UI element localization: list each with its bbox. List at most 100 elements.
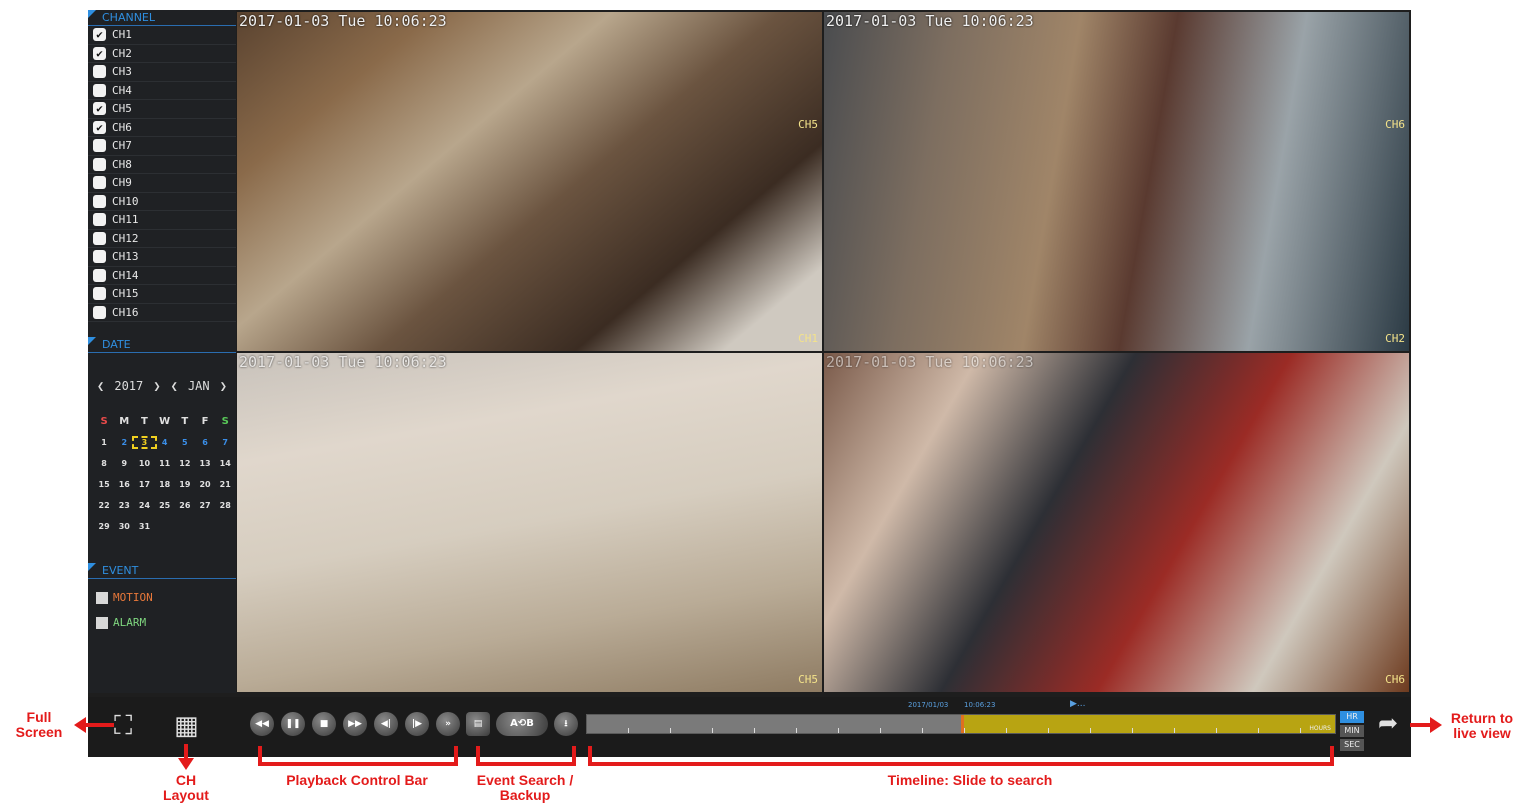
rewind-button[interactable]: ◀◀ (250, 712, 274, 736)
next-month-button[interactable]: ❯ (220, 379, 227, 393)
event-filter-item[interactable]: MOTION (88, 591, 236, 604)
calendar-day[interactable]: 7 (215, 438, 235, 447)
calendar-day[interactable]: 16 (114, 480, 134, 489)
timeline-unit-label: HOURS (1309, 725, 1331, 732)
prev-year-button[interactable]: ❮ (97, 379, 104, 393)
channel-item[interactable]: CH13 (88, 248, 236, 267)
channel-checkbox[interactable] (93, 268, 106, 282)
calendar-day[interactable]: 9 (114, 459, 134, 468)
event-section: EVENT MOTION ALARM (88, 563, 236, 629)
camera-view-ch2[interactable]: 2017-01-03 Tue 10:06:23 CH6 CH2 (824, 12, 1409, 351)
zoom-sec-button[interactable]: SEC (1340, 739, 1364, 751)
calendar-day[interactable]: 17 (134, 480, 154, 489)
calendar-day[interactable]: 24 (134, 501, 154, 510)
channel-item[interactable]: CH11 (88, 211, 236, 230)
fullscreen-icon[interactable]: ⛶ (114, 711, 132, 742)
calendar-day[interactable]: 12 (175, 459, 195, 468)
calendar-day[interactable]: 21 (215, 480, 235, 489)
calendar-day[interactable]: 8 (94, 459, 114, 468)
annotation-playback-control-bar: Playback Control Bar (286, 772, 428, 788)
channel-checkbox[interactable] (93, 83, 106, 97)
channel-item[interactable]: ✔ CH1 (88, 26, 236, 45)
channel-item[interactable]: CH9 (88, 174, 236, 193)
channel-item[interactable]: ✔ CH6 (88, 119, 236, 137)
channel-checkbox[interactable] (93, 65, 106, 79)
calendar-day[interactable]: 10 (134, 459, 154, 468)
channel-item[interactable]: CH3 (88, 63, 236, 82)
channel-checkbox[interactable] (93, 250, 106, 264)
channel-item[interactable]: CH12 (88, 230, 236, 248)
channel-checkbox[interactable]: ✔ (93, 28, 106, 42)
channel-checkbox[interactable] (93, 305, 106, 319)
channel-checkbox[interactable] (93, 231, 106, 245)
calendar-day[interactable]: 18 (155, 480, 175, 489)
channel-item[interactable]: CH15 (88, 285, 236, 304)
channel-checkbox[interactable]: ✔ (93, 102, 106, 116)
stop-button[interactable]: ■ (312, 712, 336, 736)
ab-repeat-button[interactable]: A⟲B (496, 712, 548, 736)
annotation-bracket-event-left (476, 746, 480, 764)
channel-item[interactable]: ✔ CH2 (88, 45, 236, 63)
calendar-day[interactable]: 6 (195, 438, 215, 447)
event-search-button[interactable]: ▤ (466, 712, 490, 736)
channel-item[interactable]: CH10 (88, 193, 236, 211)
calendar-day[interactable]: 30 (114, 522, 134, 531)
calendar-day[interactable]: 1 (94, 438, 114, 447)
calendar-day[interactable]: 28 (215, 501, 235, 510)
annotation-bracket-event (476, 762, 576, 766)
calendar-day[interactable]: 11 (155, 459, 175, 468)
calendar-day[interactable]: 19 (175, 480, 195, 489)
calendar-day[interactable]: 25 (155, 501, 175, 510)
calendar-day[interactable]: 14 (215, 459, 235, 468)
backup-button[interactable]: ⭳ (554, 712, 578, 736)
channel-item[interactable]: CH14 (88, 267, 236, 285)
channel-item[interactable]: CH16 (88, 304, 236, 322)
pause-button[interactable]: ❚❚ (281, 712, 305, 736)
prev-month-button[interactable]: ❮ (171, 379, 178, 393)
calendar-day[interactable]: 5 (175, 438, 195, 447)
fast-forward-button[interactable]: ▶▶ (343, 712, 367, 736)
channel-checkbox[interactable]: ✔ (93, 46, 106, 60)
channel-item[interactable]: CH7 (88, 137, 236, 156)
calendar-day[interactable]: 13 (195, 459, 215, 468)
camera-view-ch1[interactable]: 2017-01-03 Tue 10:06:23 CH5 CH1 (237, 12, 822, 351)
return-live-icon[interactable]: ➦ (1378, 709, 1398, 737)
channel-checkbox[interactable]: ✔ (93, 120, 106, 134)
arrowhead-left-icon (74, 717, 86, 733)
calendar-day[interactable]: 26 (175, 501, 195, 510)
channel-item[interactable]: CH8 (88, 156, 236, 174)
calendar-day[interactable]: 4 (155, 438, 175, 447)
channel-item[interactable]: ✔ CH5 (88, 100, 236, 119)
calendar-day[interactable]: 2 (114, 438, 134, 447)
channel-checkbox[interactable] (93, 139, 106, 153)
zoom-min-button[interactable]: MIN (1340, 725, 1364, 737)
event-checkbox[interactable] (96, 616, 108, 629)
skip-button[interactable]: » (436, 712, 460, 736)
step-back-button[interactable]: ◀| (374, 712, 398, 736)
ch-layout-icon[interactable]: ▦ (174, 711, 199, 741)
calendar-day[interactable]: 29 (94, 522, 114, 531)
event-checkbox[interactable] (96, 591, 108, 604)
next-year-button[interactable]: ❯ (153, 379, 160, 393)
calendar-day[interactable]: 20 (195, 480, 215, 489)
calendar-week-row: 29 30 31 (94, 516, 236, 537)
calendar-day[interactable]: 27 (195, 501, 215, 510)
calendar-day[interactable]: 22 (94, 501, 114, 510)
channel-checkbox[interactable] (93, 194, 106, 208)
step-forward-button[interactable]: |▶ (405, 712, 429, 736)
channel-checkbox[interactable] (93, 287, 106, 301)
channel-item[interactable]: CH4 (88, 82, 236, 100)
calendar-day[interactable]: 3 (132, 436, 157, 449)
calendar-day[interactable]: 23 (114, 501, 134, 510)
calendar-day[interactable]: 31 (134, 522, 154, 531)
camera-channel-label: CH5 (798, 673, 818, 686)
channel-checkbox[interactable] (93, 157, 106, 171)
camera-view-ch5[interactable]: 2017-01-03 Tue 10:06:23 CH5 (237, 353, 822, 692)
camera-view-ch6[interactable]: 2017-01-03 Tue 10:06:23 CH6 (824, 353, 1409, 692)
channel-checkbox[interactable] (93, 213, 106, 227)
zoom-hr-button[interactable]: HR (1340, 711, 1364, 723)
calendar-day[interactable]: 15 (94, 480, 114, 489)
timeline-slider[interactable]: HOURS (586, 714, 1336, 734)
channel-checkbox[interactable] (93, 176, 106, 190)
event-filter-item[interactable]: ALARM (88, 616, 236, 629)
